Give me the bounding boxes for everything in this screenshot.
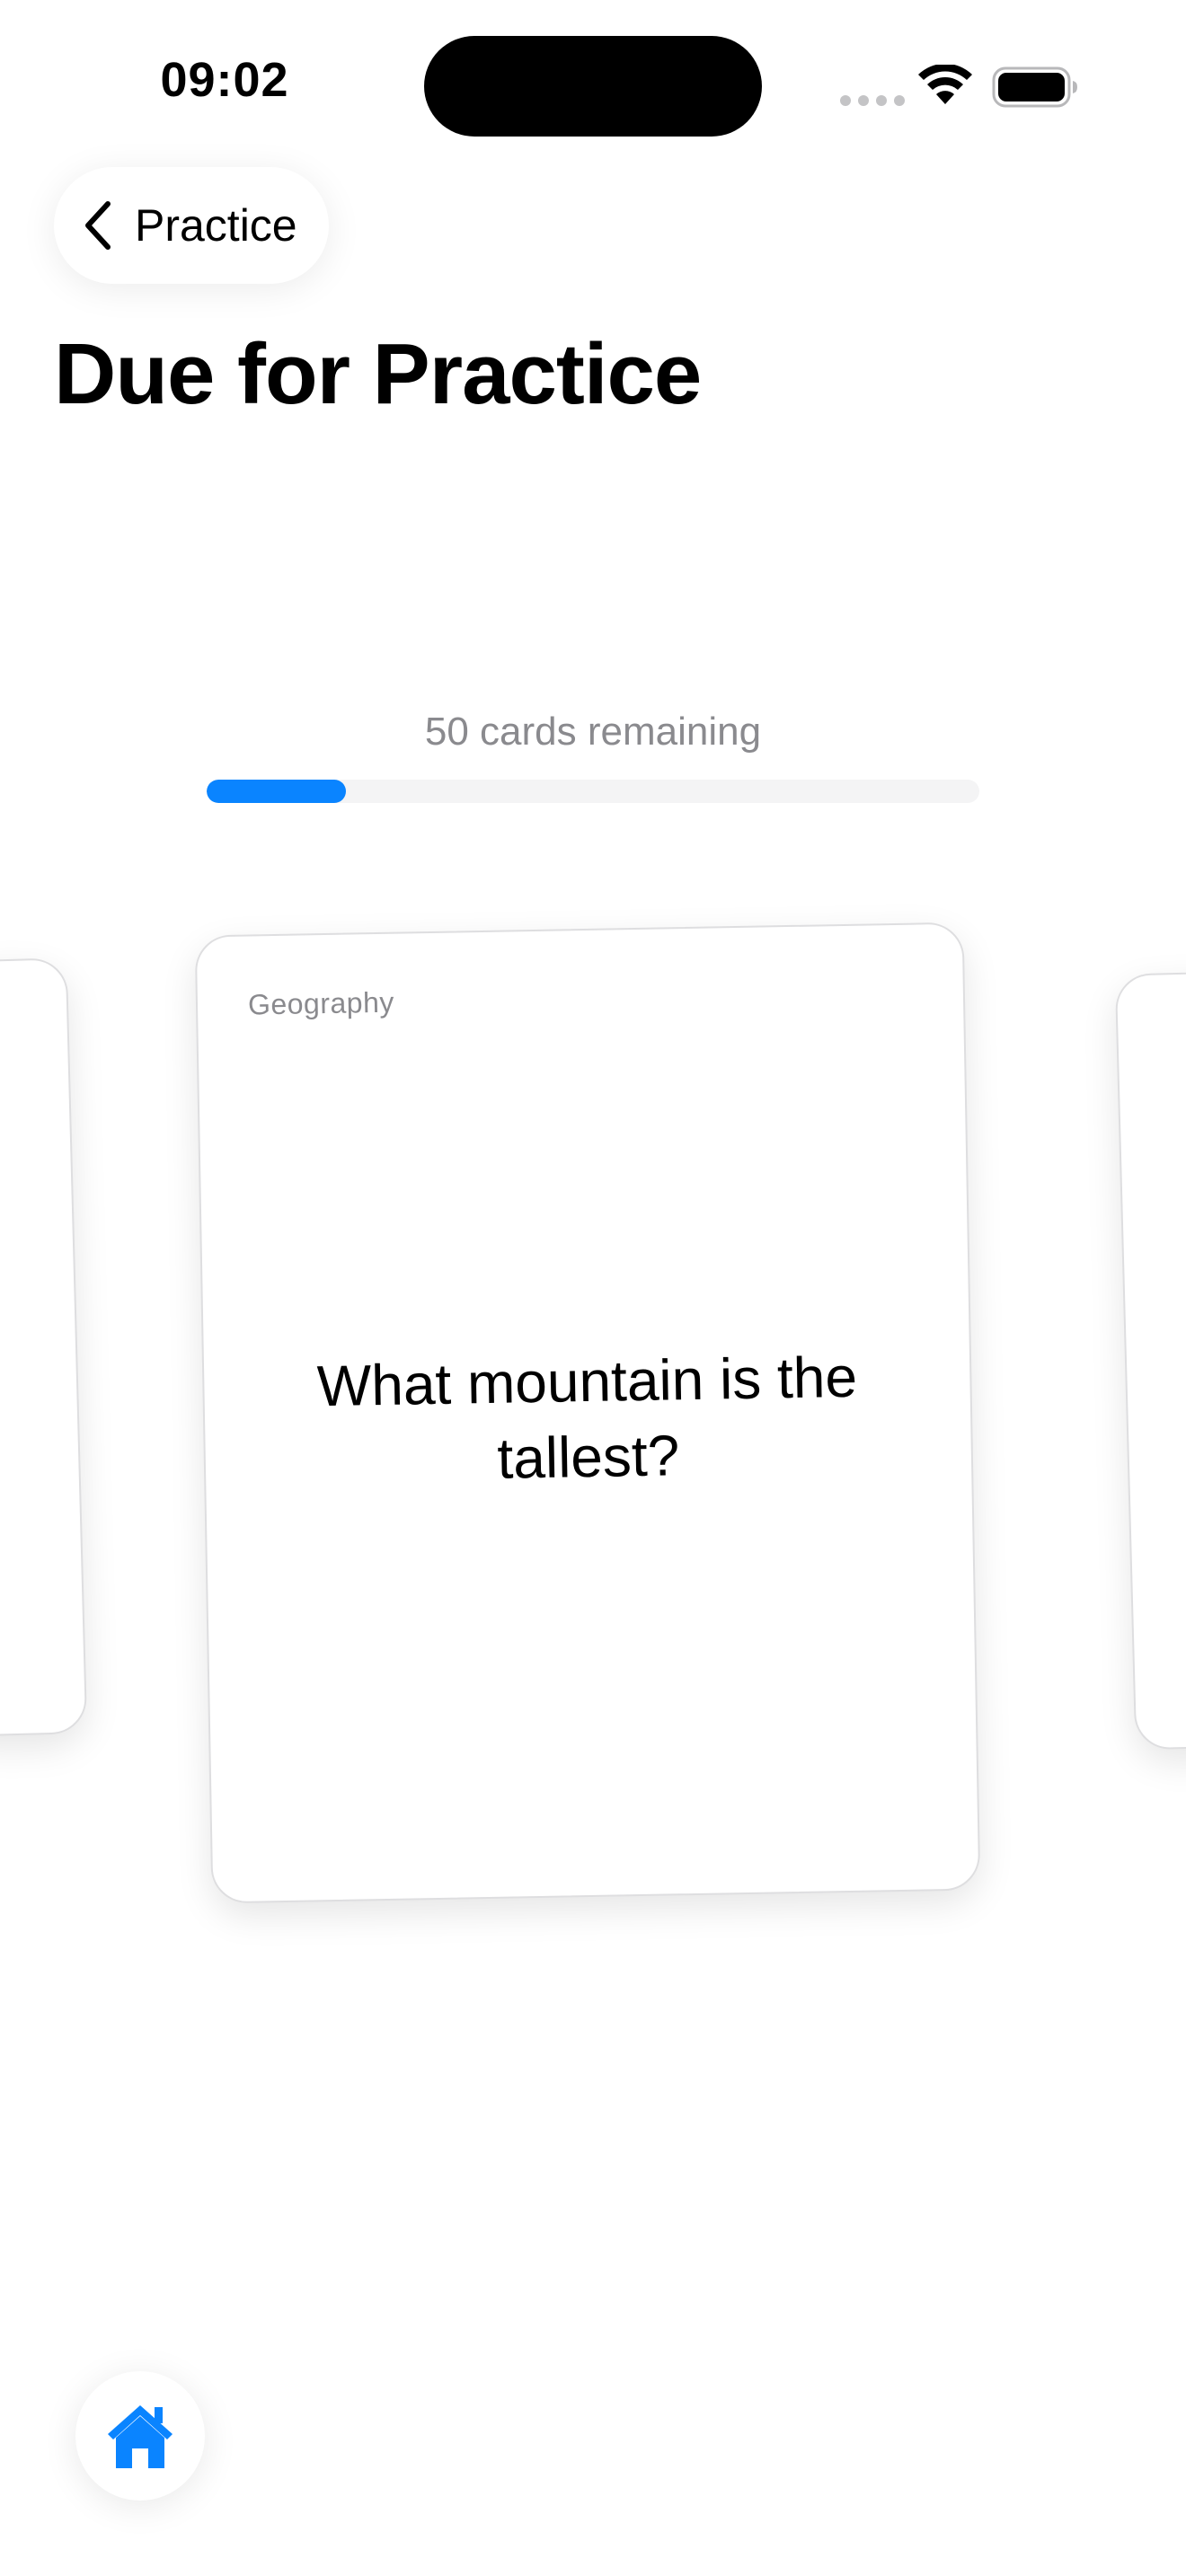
flashcard[interactable]: Geography What mountain is the tallest? (194, 922, 981, 1904)
page-title: Due for Practice (54, 326, 702, 422)
chevron-left-icon (85, 201, 111, 250)
dynamic-island (424, 36, 762, 137)
card-category: Geography (247, 985, 395, 1021)
status-time: 09:02 (160, 53, 289, 107)
back-button[interactable]: Practice (54, 167, 329, 284)
card-question: What mountain is the tallest? (316, 1344, 858, 1491)
previous-card[interactable] (0, 957, 88, 1737)
progress-bar (207, 780, 979, 803)
wifi-icon (918, 65, 972, 104)
back-button-label: Practice (135, 200, 297, 251)
home-button[interactable] (75, 2371, 205, 2501)
next-card[interactable] (1114, 969, 1186, 1751)
cards-remaining-text: 50 cards remaining (424, 710, 762, 754)
screen: 09:02 Practice Due for Practice 50 cards… (0, 0, 1186, 2576)
house-icon (108, 2405, 173, 2468)
progress-bar-fill (207, 780, 346, 803)
battery-icon (992, 66, 1077, 108)
cellular-signal-icon (840, 95, 905, 106)
